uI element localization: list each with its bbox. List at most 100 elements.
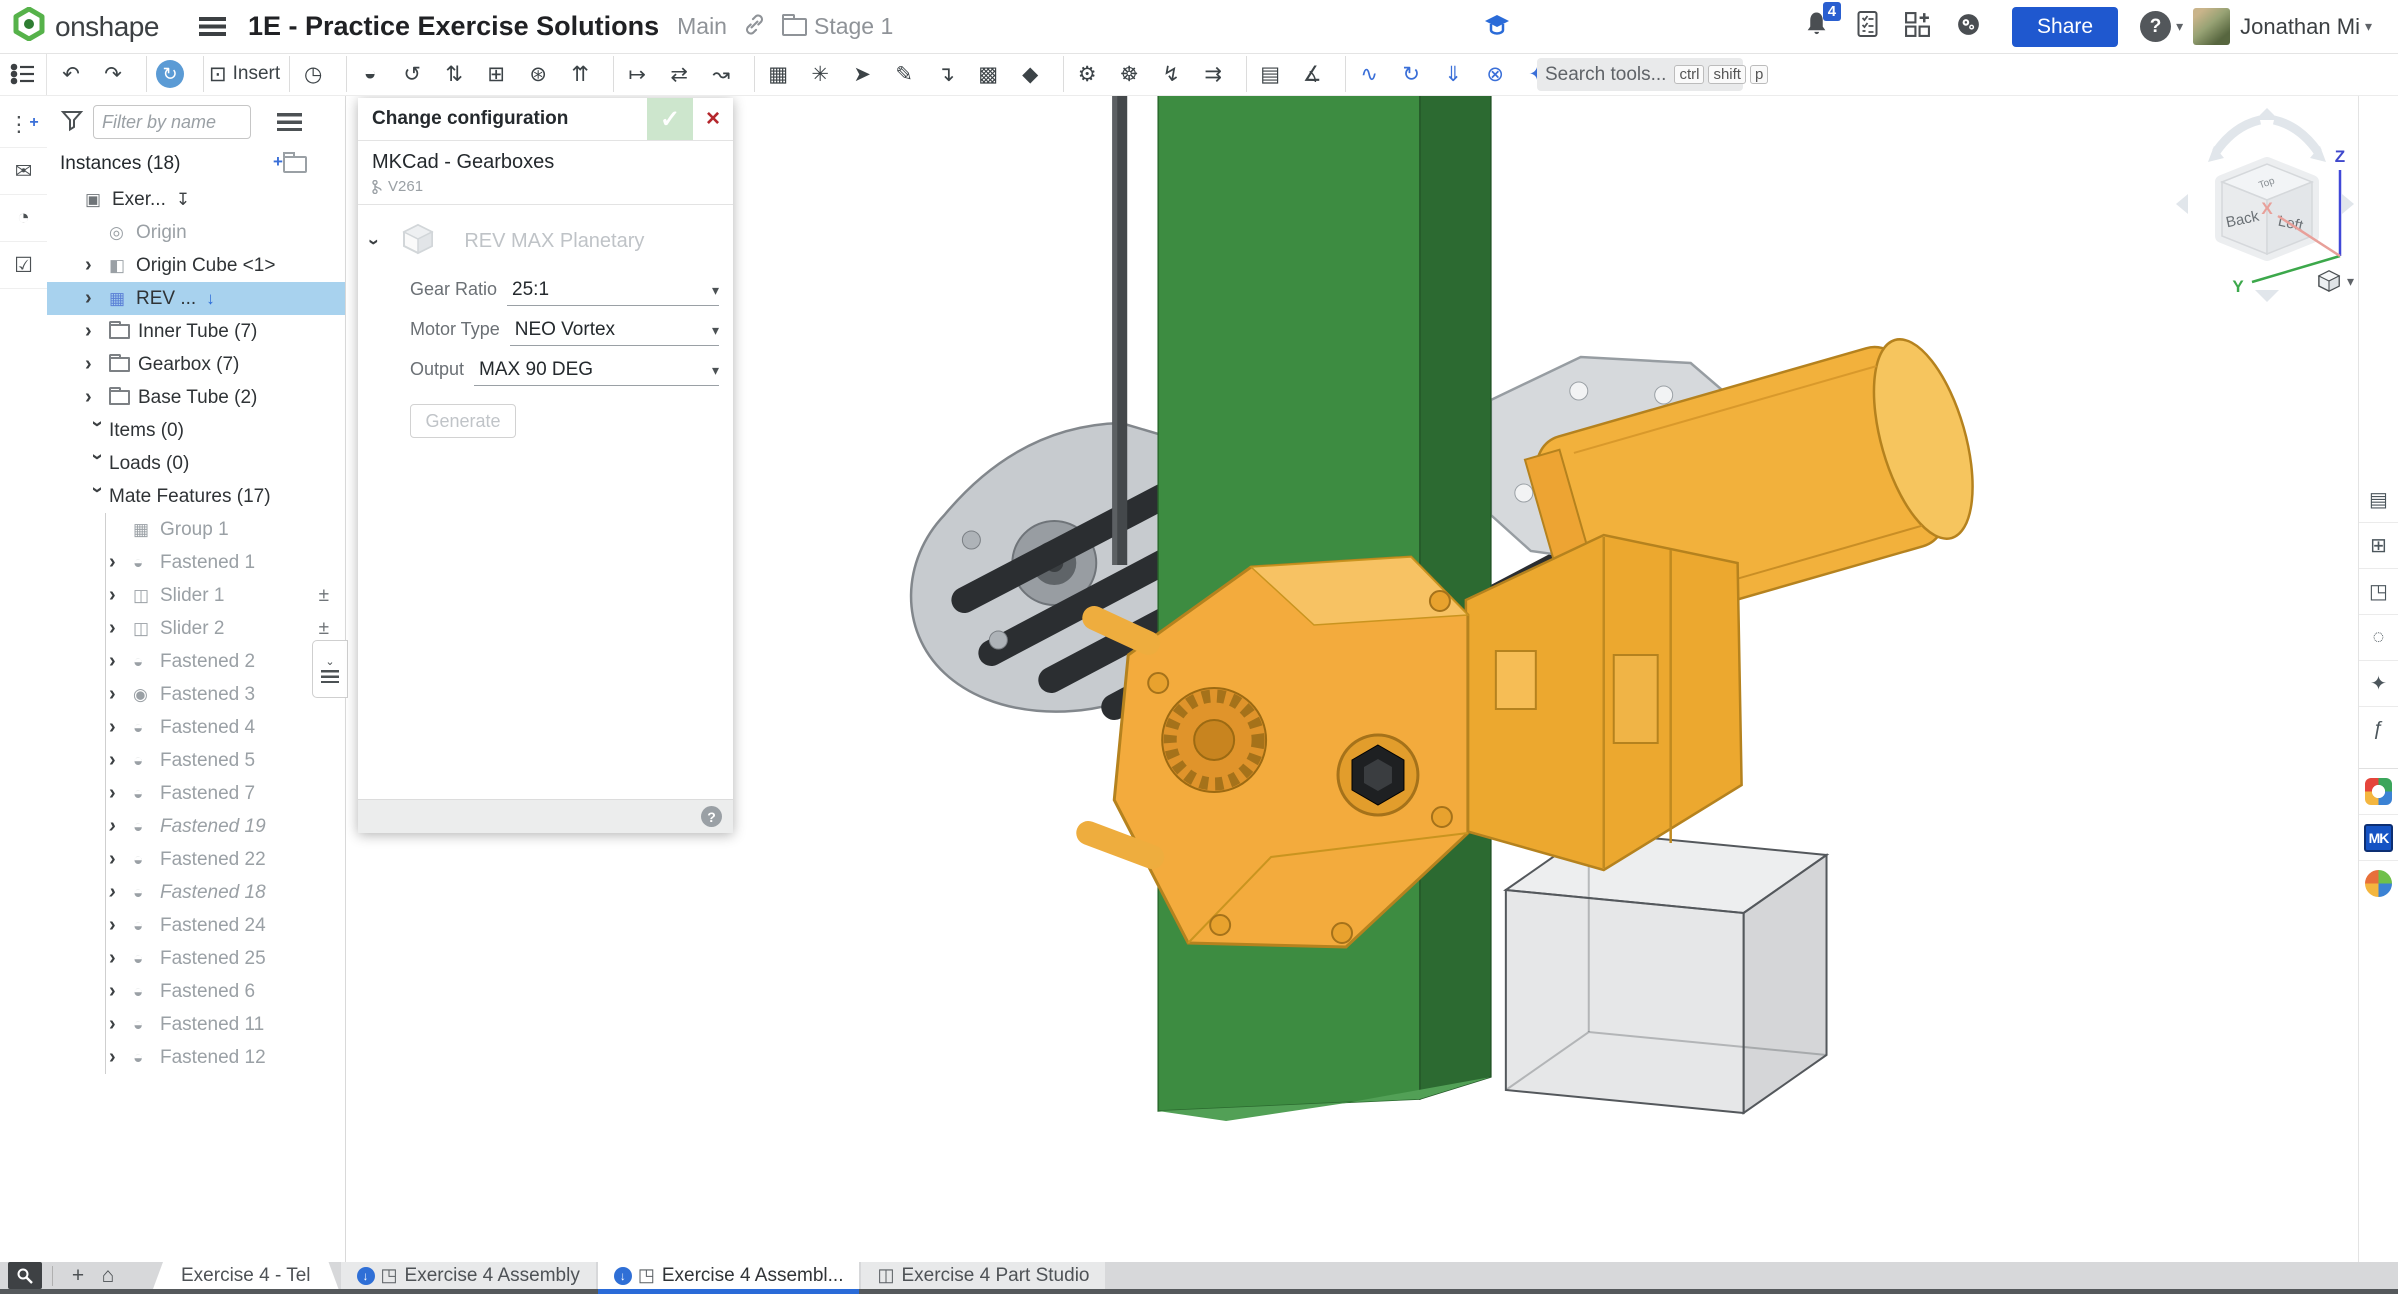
home-tab-button[interactable]: ⌂ bbox=[93, 1262, 123, 1289]
bevel-gear-part[interactable] bbox=[1162, 688, 1266, 792]
expand-chevron-icon[interactable]: › bbox=[86, 421, 109, 445]
tree-item[interactable]: ▣ Exer... ↧ bbox=[47, 183, 345, 216]
update-icon[interactable]: ↻ bbox=[152, 56, 204, 92]
expand-chevron-icon[interactable]: › bbox=[109, 650, 133, 673]
search-tabs-button[interactable] bbox=[8, 1262, 42, 1289]
configurations-panel-icon[interactable]: ⊞ bbox=[2359, 522, 2398, 568]
version-label[interactable]: Stage 1 bbox=[814, 13, 893, 40]
filter-icon[interactable] bbox=[60, 108, 84, 137]
document-tab[interactable]: ↓ ◳ ◫ Exercise 4 Part Studio bbox=[861, 1262, 1105, 1289]
tree-item[interactable]: › Base Tube (2) bbox=[47, 381, 345, 414]
pin-slot-mate-icon[interactable]: ↦ bbox=[619, 56, 661, 92]
expand-chevron-icon[interactable]: › bbox=[109, 1013, 133, 1036]
display-states-icon[interactable]: ▩ bbox=[970, 56, 1012, 92]
expand-chevron-icon[interactable]: › bbox=[109, 980, 133, 1003]
revolute-mate-icon[interactable]: ↺ bbox=[394, 56, 436, 92]
expand-chevron-icon[interactable]: › bbox=[85, 287, 109, 310]
slider-mate-icon[interactable]: ⇅ bbox=[436, 56, 478, 92]
history-icon[interactable]: ◔ bbox=[0, 195, 47, 242]
app-store-grid-icon[interactable] bbox=[1904, 11, 1931, 43]
notifications-button[interactable]: 4 bbox=[1804, 10, 1829, 43]
field-dropdown[interactable]: 25:1 ▾ bbox=[507, 279, 719, 306]
help-button[interactable]: ? bbox=[2140, 11, 2171, 42]
expand-chevron-icon[interactable]: › bbox=[109, 749, 133, 772]
tree-item[interactable]: › ◒ Fastened 5 bbox=[47, 744, 345, 777]
expand-chevron-icon[interactable]: › bbox=[86, 487, 109, 511]
structure-tree-icon[interactable] bbox=[0, 53, 47, 95]
screw-relation-icon[interactable]: ↯ bbox=[1153, 56, 1195, 92]
tree-item[interactable]: › ◒ Fastened 25 bbox=[47, 942, 345, 975]
output-hex-bolt[interactable] bbox=[1338, 735, 1418, 815]
insert-icon[interactable]: ⊡Insert bbox=[209, 56, 290, 92]
document-tab[interactable]: ↓ ◳ ◫ Exercise 4 Assembl... bbox=[598, 1262, 860, 1294]
expand-chevron-icon[interactable]: › bbox=[85, 254, 109, 277]
expand-chevron-icon[interactable]: › bbox=[109, 782, 133, 805]
expand-chevron-icon[interactable]: › bbox=[109, 881, 133, 904]
cylindrical-mate-icon[interactable]: ⇈ bbox=[562, 56, 614, 92]
tree-item[interactable]: › Inner Tube (7) bbox=[47, 315, 345, 348]
tree-item[interactable]: ◎ Origin bbox=[47, 216, 345, 249]
rack-pinion-relation-icon[interactable]: ☸ bbox=[1111, 56, 1153, 92]
tree-item[interactable]: › ◉ Fastened 3 bbox=[47, 678, 345, 711]
select-parts-icon[interactable]: ➤ bbox=[844, 56, 886, 92]
learning-center-icon[interactable] bbox=[1484, 13, 1510, 42]
interference-icon[interactable]: ⊗ bbox=[1477, 56, 1519, 92]
release-tasks-icon[interactable] bbox=[1855, 10, 1880, 43]
tree-item[interactable]: › ◒ Fastened 12 bbox=[47, 1041, 345, 1074]
animate-translate-icon[interactable]: ⇓ bbox=[1435, 56, 1477, 92]
onshape-logo-icon[interactable] bbox=[12, 7, 46, 46]
appearance-icon[interactable]: ◆ bbox=[1012, 56, 1064, 92]
linear-relation-icon[interactable]: ⇉ bbox=[1195, 56, 1247, 92]
color-app-icon[interactable] bbox=[2359, 860, 2398, 906]
commit-button[interactable]: ✓ bbox=[647, 98, 693, 140]
animate-rotate-icon[interactable]: ↻ bbox=[1393, 56, 1435, 92]
insert-derived-icon[interactable]: ↴ bbox=[928, 56, 970, 92]
guide-rod-part[interactable] bbox=[1112, 95, 1127, 565]
help-caret-icon[interactable]: ▾ bbox=[2176, 18, 2183, 35]
replicate-icon[interactable]: ✳ bbox=[802, 56, 844, 92]
bom-icon[interactable]: ▤ bbox=[1252, 56, 1294, 92]
insert-feature-icon[interactable]: ⋮ bbox=[0, 101, 47, 148]
app-store-icon[interactable] bbox=[2359, 768, 2398, 814]
expand-chevron-icon[interactable]: › bbox=[85, 320, 109, 343]
workspace-label[interactable]: Main bbox=[677, 13, 727, 40]
panel-collapse-handle[interactable]: ⌄ bbox=[312, 640, 348, 698]
collapse-section-chevron-icon[interactable]: › bbox=[362, 238, 384, 244]
tree-item[interactable]: › ◒ Fastened 1 bbox=[47, 546, 345, 579]
expand-chevron-icon[interactable]: › bbox=[109, 551, 133, 574]
field-dropdown[interactable]: MAX 90 DEG ▾ bbox=[474, 359, 719, 386]
share-button[interactable]: Share bbox=[2012, 7, 2118, 47]
tree-item[interactable]: › ◒ Fastened 6 bbox=[47, 975, 345, 1008]
expand-chevron-icon[interactable]: › bbox=[109, 584, 133, 607]
tree-item[interactable]: › ◒ Fastened 18 bbox=[47, 876, 345, 909]
tree-item[interactable]: › ◒ Fastened 24 bbox=[47, 909, 345, 942]
expand-chevron-icon[interactable]: › bbox=[109, 1046, 133, 1069]
tree-item[interactable]: › ◒ Fastened 2 bbox=[47, 645, 345, 678]
tree-item[interactable]: › ◒ Fastened 11 bbox=[47, 1008, 345, 1041]
planar-mate-icon[interactable]: ⊞ bbox=[478, 56, 520, 92]
main-menu-icon[interactable] bbox=[199, 17, 226, 36]
expand-chevron-icon[interactable]: › bbox=[109, 848, 133, 871]
tree-item[interactable]: › ◫ Slider 1 ± bbox=[47, 579, 345, 612]
variables-panel-icon[interactable]: ƒ bbox=[2359, 706, 2398, 752]
tangent-mate-icon[interactable]: ↝ bbox=[703, 56, 755, 92]
document-tab[interactable]: ↓ ◳ ◫ Exercise 4 Assembly bbox=[341, 1262, 596, 1289]
tree-item[interactable]: › ◒ Fastened 22 bbox=[47, 843, 345, 876]
tree-item[interactable]: › Loads (0) bbox=[47, 447, 345, 480]
edit-in-context-icon[interactable]: ✎ bbox=[886, 56, 928, 92]
expand-chevron-icon[interactable]: › bbox=[109, 914, 133, 937]
configured-part-row[interactable]: › REV MAX Planetary bbox=[358, 205, 733, 266]
selection-panel-icon[interactable]: ◌ bbox=[2359, 614, 2398, 660]
expand-chevron-icon[interactable]: › bbox=[109, 815, 133, 838]
parallel-mate-icon[interactable]: ⇄ bbox=[661, 56, 703, 92]
view-options-button[interactable]: ▾ bbox=[2316, 268, 2364, 294]
filter-input[interactable] bbox=[93, 105, 251, 139]
tree-item[interactable]: › ▦ REV ... ↓ bbox=[47, 282, 345, 315]
mkcad-app-icon[interactable]: MK bbox=[2359, 814, 2398, 860]
named-positions-icon[interactable]: ◷ bbox=[295, 56, 347, 92]
tree-item[interactable]: › ◒ Fastened 4 bbox=[47, 711, 345, 744]
properties-panel-icon[interactable]: ▤ bbox=[2359, 477, 2398, 522]
section-view-panel-icon[interactable]: ✦ bbox=[2359, 660, 2398, 706]
tree-item[interactable]: › ◧ Origin Cube <1> bbox=[47, 249, 345, 282]
expand-chevron-icon[interactable]: › bbox=[86, 454, 109, 478]
